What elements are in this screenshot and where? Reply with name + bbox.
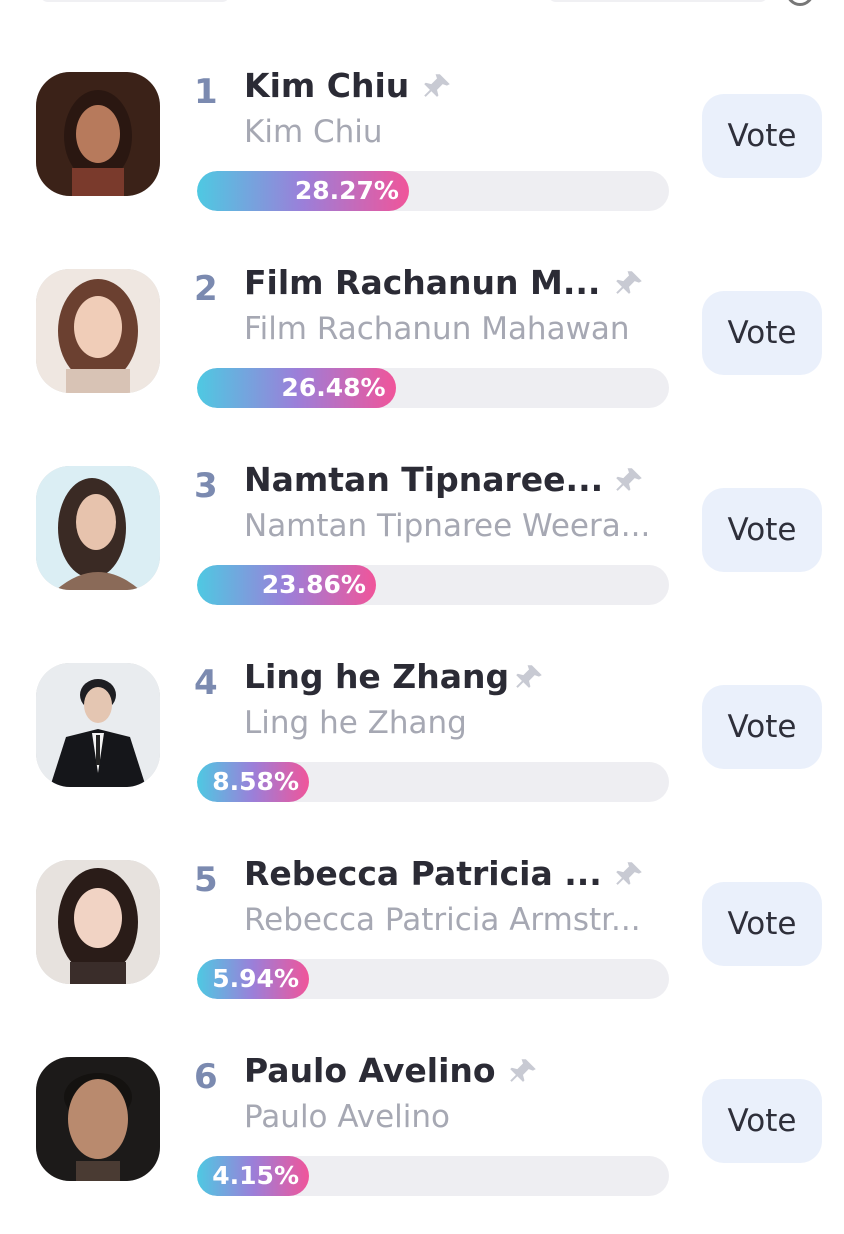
vote-percent-label: 5.94% <box>212 964 299 993</box>
top-header-fragment <box>0 0 844 12</box>
rank-number: 2 <box>194 269 218 309</box>
candidate-name: Namtan Tipnaree... <box>244 460 604 499</box>
pin-icon[interactable] <box>612 464 646 498</box>
vote-percent-label: 28.27% <box>294 176 399 205</box>
avatar <box>36 466 160 590</box>
vote-progress-track: 26.48% <box>197 368 669 408</box>
pin-icon[interactable] <box>612 858 646 892</box>
vote-percent-label: 23.86% <box>261 570 366 599</box>
avatar <box>36 72 160 196</box>
vote-percent-label: 8.58% <box>212 767 299 796</box>
candidate-subtitle: Paulo Avelino <box>244 1099 451 1135</box>
header-right-fragment <box>548 0 768 2</box>
pin-icon[interactable] <box>420 70 454 104</box>
list-item: 6 Paulo Avelino Paulo Avelino 4.15% Vote <box>0 1037 844 1234</box>
pin-icon[interactable] <box>506 1055 540 1089</box>
list-item: 1 Kim Chiu Kim Chiu 28.27% Vote <box>0 52 844 249</box>
rank-number: 6 <box>194 1057 218 1097</box>
vote-progress-track: 5.94% <box>197 959 669 999</box>
vote-progress-track: 8.58% <box>197 762 669 802</box>
vote-button[interactable]: Vote <box>702 685 822 769</box>
avatar <box>36 1057 160 1181</box>
list-item: 4 Ling he Zhang Ling he Zhang 8.58% Vote <box>0 643 844 840</box>
list-item: 5 Rebecca Patricia ... Rebecca Patricia … <box>0 840 844 1037</box>
info-icon[interactable] <box>786 0 814 6</box>
vote-progress-track: 28.27% <box>197 171 669 211</box>
list-item: 3 Namtan Tipnaree... Namtan Tipnaree Wee… <box>0 446 844 643</box>
candidate-name: Rebecca Patricia ... <box>244 854 602 893</box>
avatar <box>36 860 160 984</box>
avatar <box>36 663 160 787</box>
vote-percent-label: 4.15% <box>212 1161 299 1190</box>
list-item: 2 Film Rachanun M... Film Rachanun Mahaw… <box>0 249 844 446</box>
vote-progress-track: 23.86% <box>197 565 669 605</box>
pin-icon[interactable] <box>512 661 546 695</box>
candidate-subtitle: Namtan Tipnaree Weera... <box>244 508 651 544</box>
vote-button[interactable]: Vote <box>702 488 822 572</box>
vote-progress-fill: 28.27% <box>197 171 409 211</box>
header-left-fragment <box>40 0 230 2</box>
avatar <box>36 269 160 393</box>
ranking-list: 1 Kim Chiu Kim Chiu 28.27% Vote 2 Film R… <box>0 52 844 1234</box>
rank-number: 1 <box>194 72 218 112</box>
vote-progress-fill: 4.15% <box>197 1156 309 1196</box>
rank-number: 3 <box>194 466 218 506</box>
candidate-subtitle: Ling he Zhang <box>244 705 467 741</box>
vote-progress-fill: 8.58% <box>197 762 309 802</box>
vote-progress-fill: 26.48% <box>197 368 396 408</box>
candidate-name: Paulo Avelino <box>244 1051 496 1090</box>
candidate-subtitle: Rebecca Patricia Armstr... <box>244 902 641 938</box>
rank-number: 5 <box>194 860 218 900</box>
vote-button[interactable]: Vote <box>702 882 822 966</box>
candidate-name: Film Rachanun M... <box>244 263 601 302</box>
vote-percent-label: 26.48% <box>281 373 386 402</box>
rank-number: 4 <box>194 663 218 703</box>
candidate-name: Kim Chiu <box>244 66 410 105</box>
candidate-name: Ling he Zhang <box>244 657 510 696</box>
vote-button[interactable]: Vote <box>702 291 822 375</box>
vote-button[interactable]: Vote <box>702 1079 822 1163</box>
vote-progress-track: 4.15% <box>197 1156 669 1196</box>
candidate-subtitle: Film Rachanun Mahawan <box>244 311 630 347</box>
vote-progress-fill: 23.86% <box>197 565 376 605</box>
pin-icon[interactable] <box>612 267 646 301</box>
candidate-subtitle: Kim Chiu <box>244 114 383 150</box>
vote-progress-fill: 5.94% <box>197 959 309 999</box>
vote-button[interactable]: Vote <box>702 94 822 178</box>
